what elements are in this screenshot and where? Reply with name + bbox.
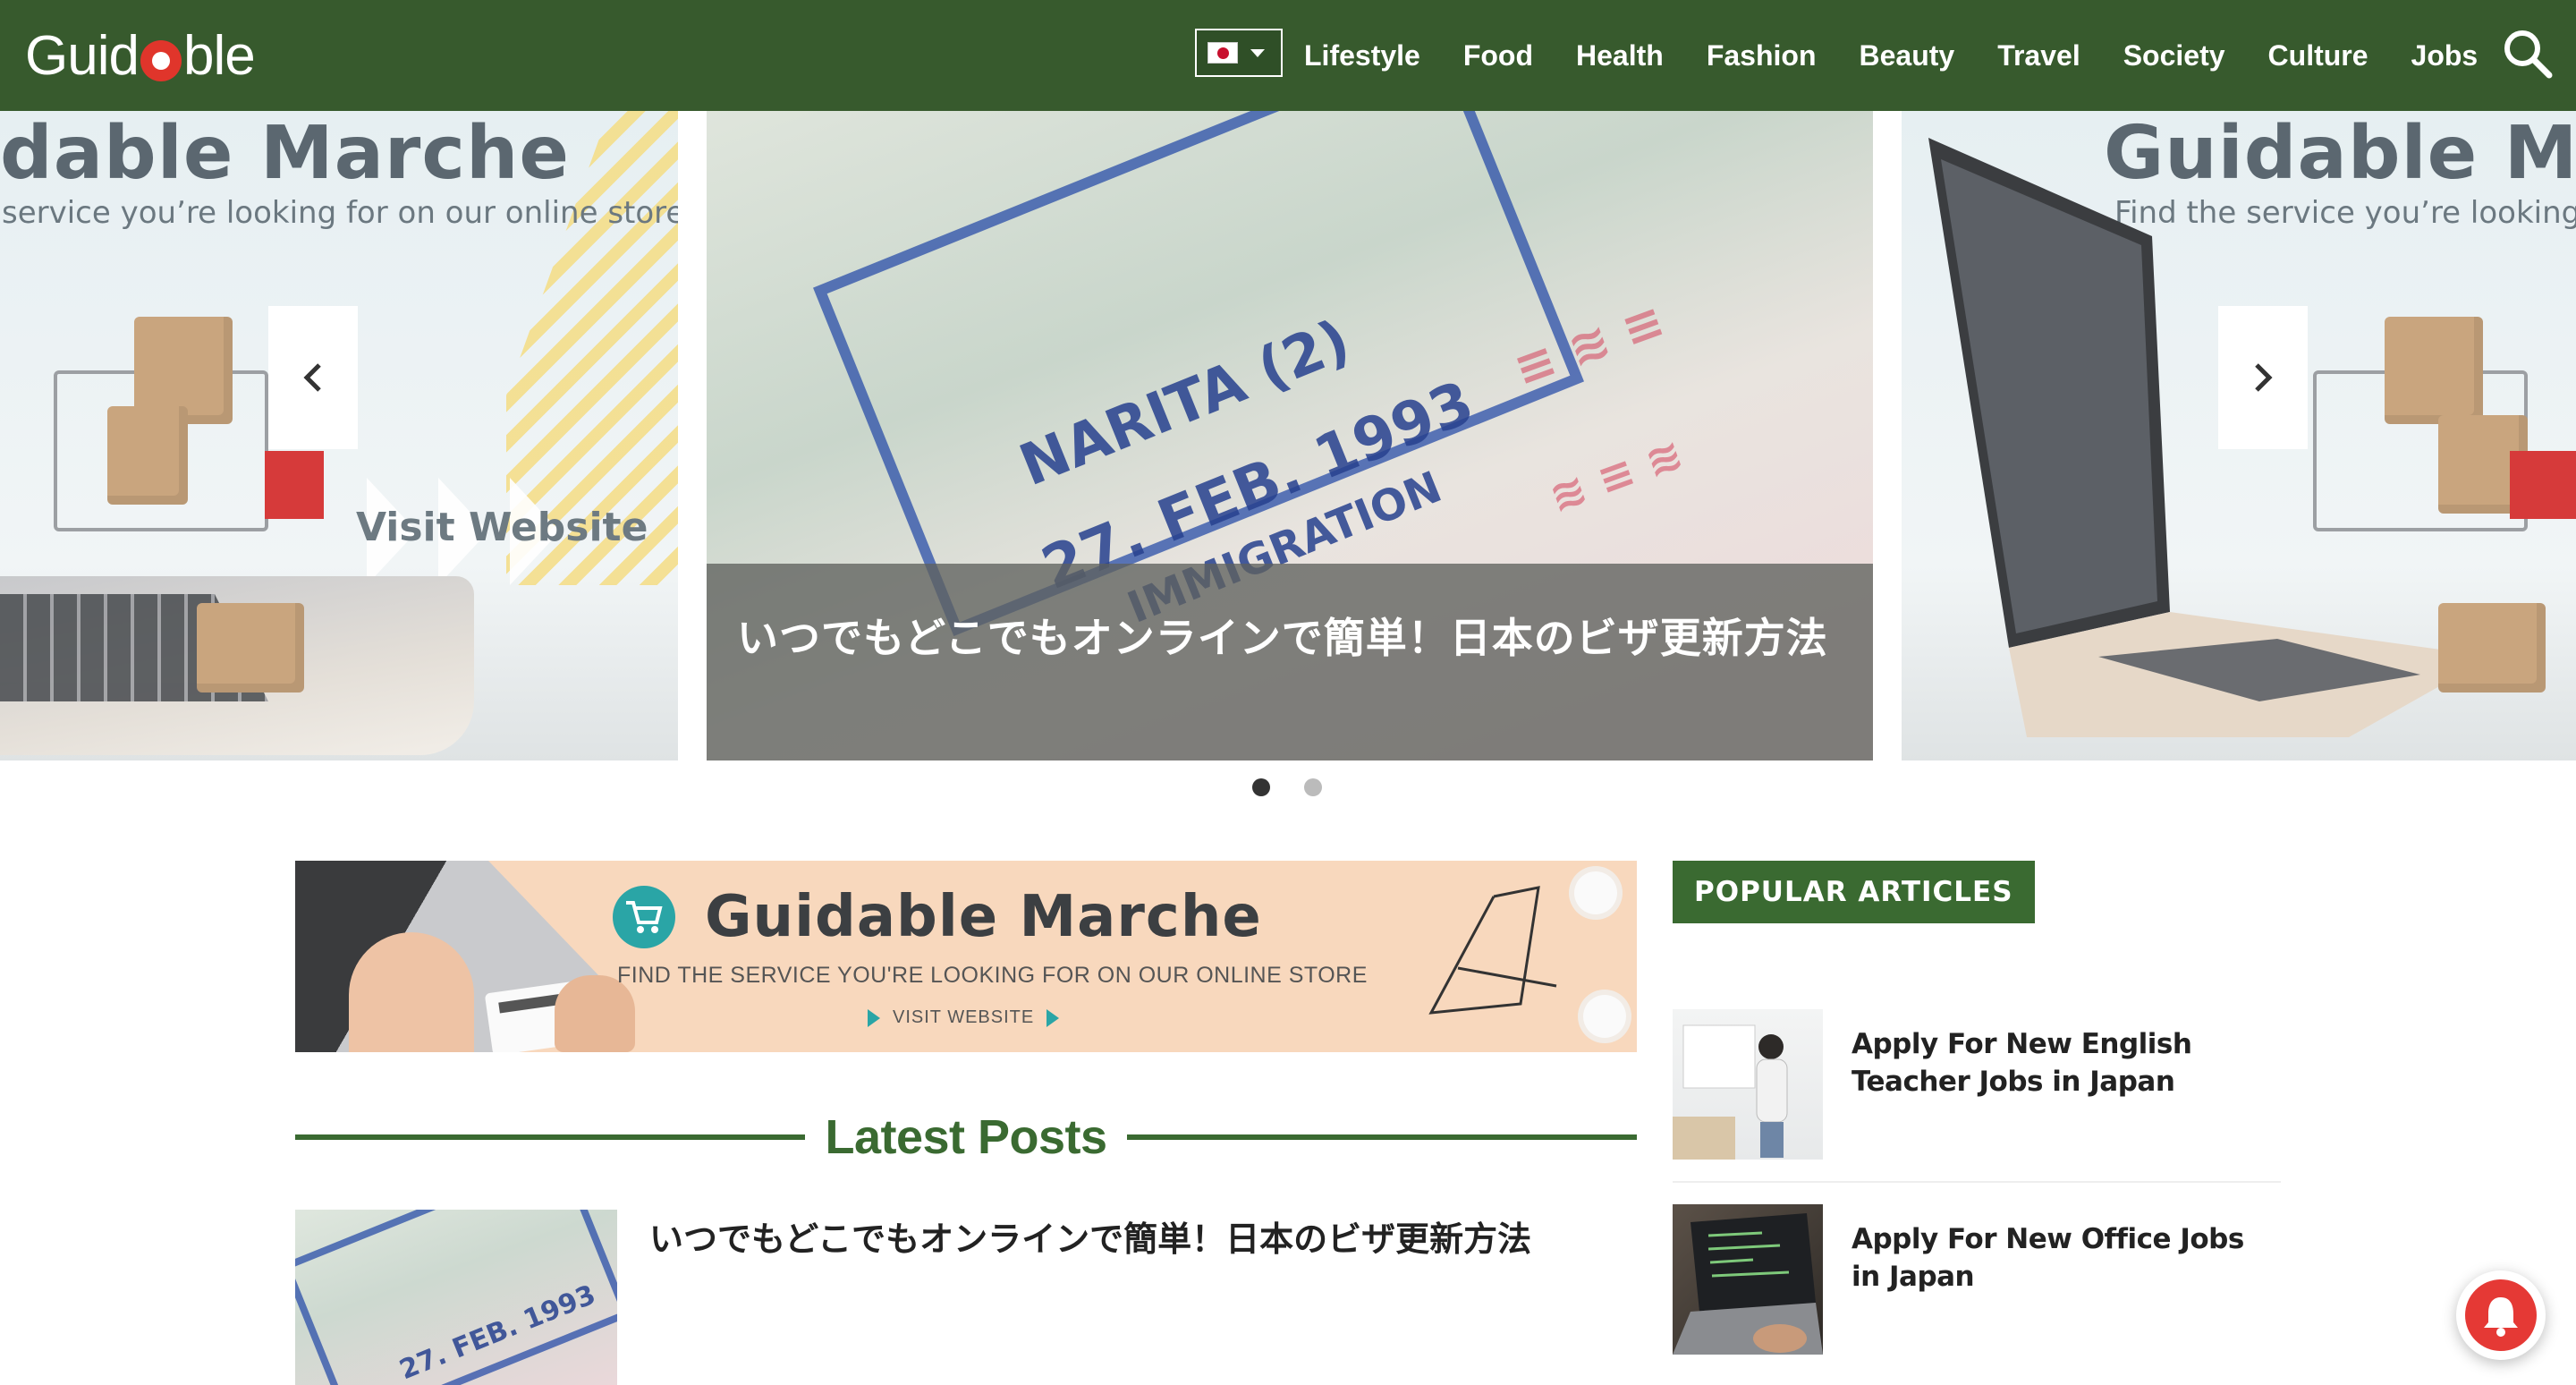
site-logo[interactable]: Guid ble	[25, 23, 256, 88]
banner-cta-label: VISIT WEBSITE	[893, 1007, 1035, 1027]
logo-a-mark	[140, 40, 182, 81]
search-icon	[2504, 30, 2553, 79]
parcel-image	[197, 603, 304, 692]
list-divider	[1673, 1181, 2281, 1183]
search-button[interactable]	[2501, 27, 2555, 81]
hero-caption: いつでもどこでもオンラインで簡単！日本のビザ更新方法	[707, 564, 1873, 760]
arrow-right-icon	[868, 1008, 880, 1027]
slide-left-subtitle: service you’re looking for on our online…	[2, 195, 678, 231]
glasses-image	[1428, 886, 1557, 1015]
parcel-image	[107, 406, 188, 505]
top-navigation: Guid ble Lifestyle Food Health Fashion B…	[0, 0, 2576, 111]
heading-divider	[1126, 1134, 1638, 1140]
hand-image	[349, 932, 474, 1052]
marche-banner[interactable]: Guidable Marche FIND THE SERVICE YOU'RE …	[295, 861, 1637, 1052]
popular-article-item[interactable]: Apply For New English Teacher Jobs in Ja…	[1673, 1009, 2281, 1160]
slider-dot-1[interactable]	[1252, 778, 1270, 796]
slider-dot-2[interactable]	[1304, 778, 1322, 796]
nav-culture[interactable]: Culture	[2268, 39, 2368, 72]
nav-fashion[interactable]: Fashion	[1707, 39, 1817, 72]
japan-flag-icon	[1208, 42, 1238, 64]
slide-left-cta: Visit Website	[356, 505, 648, 550]
post-thumbnail[interactable]: 27. FEB. 1993	[295, 1210, 617, 1385]
logo-text-end: ble	[182, 24, 256, 87]
parcel-image	[2438, 603, 2546, 692]
chevron-right-icon	[2255, 363, 2273, 392]
nav-beauty[interactable]: Beauty	[1859, 39, 1954, 72]
notification-circle	[2465, 1279, 2537, 1351]
nav-lifestyle[interactable]: Lifestyle	[1304, 39, 1420, 72]
arrow-right-icon	[1046, 1008, 1060, 1027]
cart-icon	[613, 886, 675, 948]
banner-subtitle: FIND THE SERVICE YOU'RE LOOKING FOR ON O…	[617, 963, 1368, 988]
hero-caption-title[interactable]: いつでもどこでもオンラインで簡単！日本のビザ更新方法	[737, 608, 1843, 667]
latest-post-item[interactable]: 27. FEB. 1993 いつでもどこでもオンラインで簡単！日本のビザ更新方法	[295, 1210, 1637, 1385]
language-selector[interactable]	[1195, 29, 1283, 77]
cart-handle-image	[265, 451, 324, 519]
slider-prev-button[interactable]	[268, 306, 358, 449]
banner-cta[interactable]: VISIT WEBSITE	[868, 1007, 1060, 1028]
cart-handle-image	[2510, 451, 2576, 519]
slider-next-button[interactable]	[2218, 306, 2308, 449]
nav-travel[interactable]: Travel	[1997, 39, 2080, 72]
popular-articles-heading: POPULAR ARTICLES	[1673, 861, 2035, 923]
cotton-flower-image	[1583, 995, 1626, 1038]
popular-article-item[interactable]: Apply For New Office Jobs in Japan	[1673, 1204, 2281, 1355]
nav-food[interactable]: Food	[1463, 39, 1533, 72]
heading-divider	[295, 1134, 806, 1140]
slide-left-title: dable Marche	[0, 111, 570, 196]
slide-visa-main[interactable]: NARITA (2) 27. FEB. 1993 IMMIGRATION ≡ ≋…	[707, 111, 1873, 760]
logo-text-start: Guid	[25, 24, 140, 87]
popular-thumbnail	[1673, 1009, 1823, 1160]
nav-society[interactable]: Society	[2123, 39, 2225, 72]
nav-health[interactable]: Health	[1576, 39, 1664, 72]
cotton-flower-image	[1574, 871, 1617, 914]
main-menu: Lifestyle Food Health Fashion Beauty Tra…	[1304, 0, 2478, 111]
latest-posts-title: Latest Posts	[825, 1110, 1107, 1164]
caret-down-icon	[1250, 48, 1265, 57]
banner-title: Guidable Marche	[705, 884, 1262, 950]
notification-button[interactable]	[2456, 1270, 2546, 1360]
stamp-red-decor: ≋ ≡ ≋	[1543, 429, 1690, 523]
chevron-left-icon	[303, 363, 321, 392]
parcel-image	[2385, 317, 2483, 424]
popular-thumbnail	[1673, 1204, 1823, 1355]
bell-icon	[2484, 1297, 2518, 1337]
post-title[interactable]: いつでもどこでもオンラインで簡単！日本のビザ更新方法	[649, 1211, 1531, 1261]
slider-pagination	[1252, 778, 1322, 796]
nav-jobs[interactable]: Jobs	[2411, 39, 2479, 72]
latest-posts-heading: Latest Posts	[295, 1106, 1638, 1168]
hero-slider: dable Marche service you’re looking for …	[0, 111, 2576, 760]
popular-article-title: Apply For New Office Jobs in Japan	[1852, 1223, 2244, 1293]
popular-article-title: Apply For New English Teacher Jobs in Ja…	[1852, 1028, 2192, 1098]
